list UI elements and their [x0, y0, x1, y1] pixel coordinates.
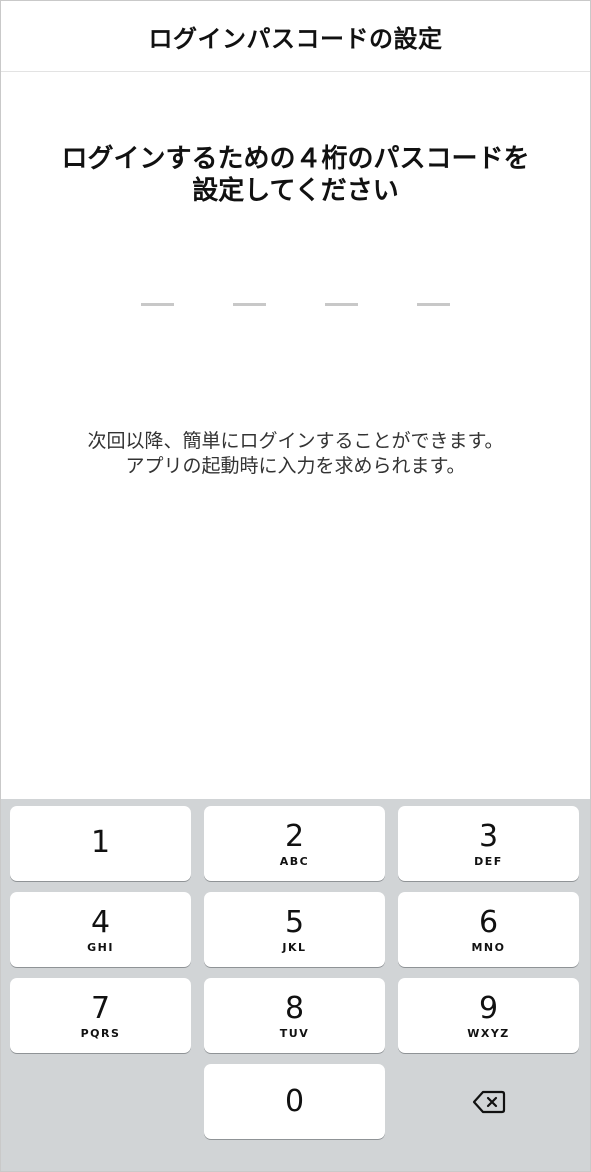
key-digit: 1: [90, 825, 111, 860]
key-4[interactable]: 4 GHI: [10, 892, 191, 967]
pin-entry-field[interactable]: [1, 303, 590, 306]
key-1[interactable]: 1: [10, 806, 191, 881]
key-digit: 5: [284, 904, 305, 940]
page-title: ログインパスコードの設定: [148, 24, 443, 53]
key-digit: 8: [284, 990, 305, 1026]
key-3[interactable]: 3 DEF: [398, 806, 579, 881]
key-digit: 6: [478, 904, 499, 940]
instruction-line-1: ログインするための４桁のパスコードを: [61, 144, 530, 174]
key-letters: JKL: [282, 940, 307, 954]
key-digit: 2: [284, 818, 305, 854]
key-letters: GHI: [87, 940, 114, 954]
key-letters: WXYZ: [467, 1026, 510, 1040]
key-5[interactable]: 5 JKL: [204, 892, 385, 967]
key-9[interactable]: 9 WXYZ: [398, 978, 579, 1053]
pin-digit-slot-1: [141, 303, 174, 306]
key-0[interactable]: 0: [204, 1064, 385, 1139]
key-letters: MNO: [471, 940, 506, 954]
key-letters: DEF: [474, 854, 503, 868]
instruction-text: ログインするための４桁のパスコードを 設定してください: [1, 143, 590, 207]
pin-digit-slot-2: [233, 303, 266, 306]
key-digit: 7: [90, 990, 111, 1026]
key-2[interactable]: 2 ABC: [204, 806, 385, 881]
key-letters: TUV: [279, 1026, 310, 1040]
pin-digit-slot-3: [325, 303, 358, 306]
key-6[interactable]: 6 MNO: [398, 892, 579, 967]
key-digit: 9: [478, 990, 499, 1026]
info-note-line-1: 次回以降、簡単にログインすることができます。: [87, 430, 504, 452]
numeric-keypad: 1 2 ABC 3 DEF 4 GHI 5 JKL 6 MNO 7 PQRS 8…: [1, 799, 590, 1171]
info-note-line-2: アプリの起動時に入力を求められます。: [125, 455, 466, 477]
key-letters: ABC: [279, 854, 310, 868]
key-digit: 3: [478, 818, 499, 854]
app-screen: ログインパスコードの設定 ログインするための４桁のパスコードを 設定してください…: [0, 0, 591, 1172]
key-digit: 4: [90, 904, 111, 940]
info-note: 次回以降、簡単にログインすることができます。 アプリの起動時に入力を求められます…: [1, 429, 590, 479]
key-letters: PQRS: [80, 1026, 121, 1040]
key-7[interactable]: 7 PQRS: [10, 978, 191, 1053]
backspace-icon: [472, 1090, 505, 1113]
pin-digit-slot-4: [417, 303, 450, 306]
key-digit: 0: [284, 1083, 305, 1119]
delete-button[interactable]: [398, 1064, 579, 1139]
key-8[interactable]: 8 TUV: [204, 978, 385, 1053]
navigation-bar: ログインパスコードの設定: [1, 1, 590, 72]
keypad-empty-slot: [10, 1064, 191, 1139]
instruction-line-2: 設定してください: [192, 176, 399, 206]
